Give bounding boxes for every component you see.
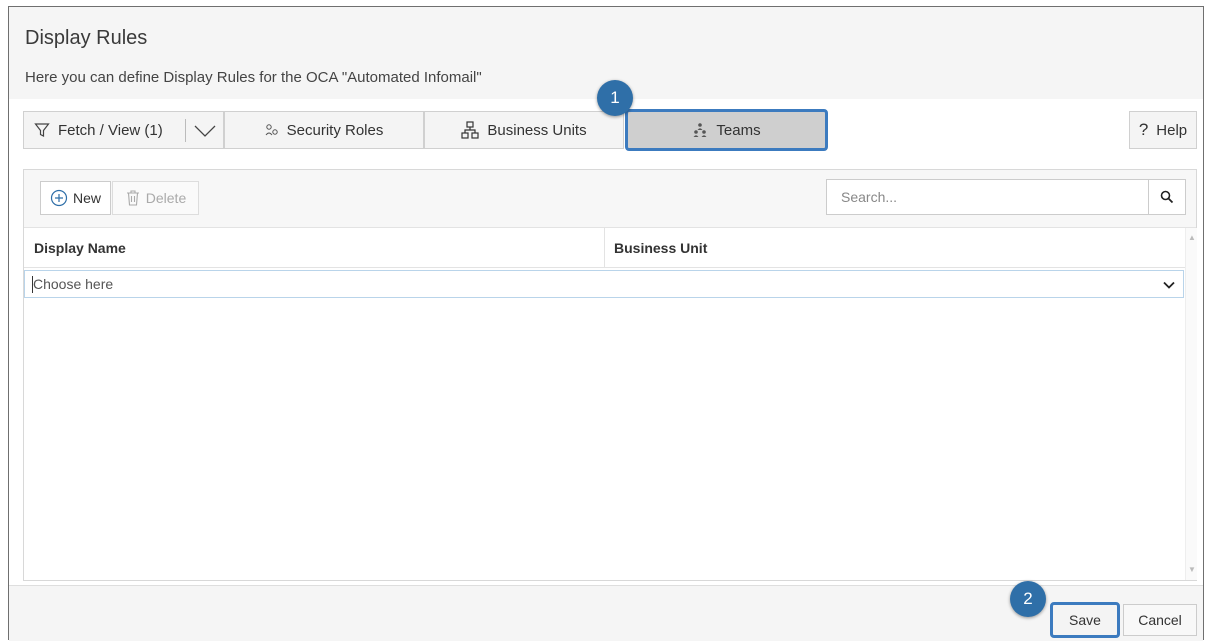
tab-business-units-label: Business Units	[487, 121, 587, 139]
save-button[interactable]: Save	[1050, 602, 1120, 638]
fetch-view-label: Fetch / View (1)	[58, 121, 163, 139]
step-callout-2: 2	[1010, 581, 1046, 617]
search-button[interactable]	[1148, 179, 1186, 215]
column-business-unit[interactable]: Business Unit	[606, 228, 1185, 268]
help-button[interactable]: ? Help	[1129, 111, 1197, 149]
tab-teams-label: Teams	[716, 121, 761, 139]
new-button[interactable]: New	[40, 181, 111, 215]
trash-icon	[126, 190, 139, 206]
scroll-up-arrow-icon[interactable]: ▲	[1188, 234, 1196, 242]
fetch-view-tab[interactable]: Fetch / View (1)	[23, 111, 224, 149]
search-icon	[1160, 190, 1174, 204]
fetch-view-divider	[185, 119, 186, 142]
team-selector-placeholder: Choose here	[33, 276, 114, 292]
grid-toolbar: New Delete	[24, 170, 1196, 228]
cancel-button[interactable]: Cancel	[1123, 604, 1197, 636]
tab-business-units[interactable]: Business Units	[424, 111, 624, 149]
tab-teams[interactable]: Teams	[625, 109, 828, 151]
column-display-name[interactable]: Display Name	[24, 228, 605, 268]
step-callout-1: 1	[597, 80, 633, 116]
tab-security-roles[interactable]: Security Roles	[224, 111, 424, 149]
search-input[interactable]	[826, 179, 1149, 215]
grid-header: Display Name Business Unit	[24, 228, 1185, 268]
plus-circle-icon	[50, 189, 68, 207]
business-units-icon	[461, 121, 479, 139]
grid-scrollbar[interactable]: ▲ ▼	[1185, 228, 1197, 580]
delete-button-label: Delete	[145, 190, 187, 206]
delete-button[interactable]: Delete	[112, 181, 199, 215]
teams-icon	[693, 123, 707, 137]
text-cursor	[32, 276, 33, 293]
tab-security-roles-label: Security Roles	[286, 121, 384, 139]
chevron-down-icon[interactable]	[192, 118, 218, 144]
help-label: Help	[1156, 121, 1188, 139]
teams-grid-panel: New Delete Display Name Business Unit Ch…	[23, 169, 1197, 581]
dialog-subtitle: Here you can define Display Rules for th…	[25, 69, 482, 86]
new-button-label: New	[72, 190, 101, 206]
funnel-icon	[34, 123, 50, 137]
scroll-down-arrow-icon[interactable]: ▼	[1188, 566, 1196, 574]
dialog-body: Fetch / View (1) Security Roles Business…	[9, 99, 1203, 585]
team-selector-dropdown[interactable]: Choose here	[24, 270, 1184, 298]
chevron-down-icon[interactable]	[1161, 277, 1177, 293]
dialog-title: Display Rules	[25, 27, 148, 49]
security-roles-icon	[265, 124, 278, 136]
help-icon: ?	[1138, 120, 1149, 139]
